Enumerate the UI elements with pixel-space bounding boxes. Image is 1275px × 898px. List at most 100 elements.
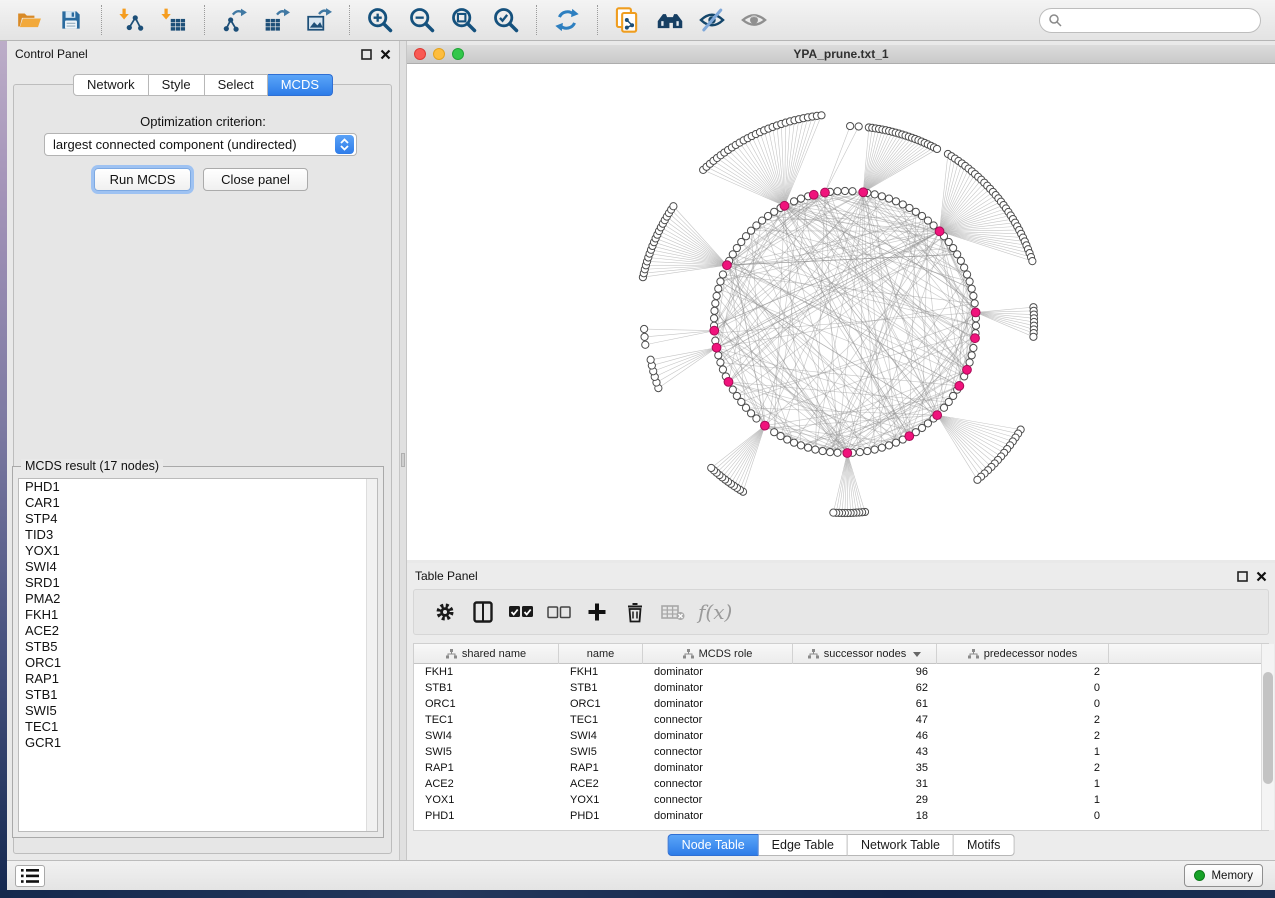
network-node[interactable] <box>830 509 837 516</box>
save-session-icon[interactable] <box>56 5 86 35</box>
network-node[interactable] <box>670 203 677 210</box>
mcds-hub-node[interactable] <box>821 188 830 197</box>
tab-network-table[interactable]: Network Table <box>848 834 954 856</box>
network-node[interactable] <box>972 322 979 329</box>
close-panel-icon[interactable] <box>380 49 391 60</box>
network-node[interactable] <box>826 449 833 456</box>
network-node[interactable] <box>878 193 885 200</box>
network-node[interactable] <box>856 449 863 456</box>
zoom-selected-icon[interactable] <box>491 5 521 35</box>
select-all-checkboxes-icon[interactable] <box>506 597 536 627</box>
network-node[interactable] <box>966 278 973 285</box>
network-node[interactable] <box>871 446 878 453</box>
mcds-result-item[interactable]: STB1 <box>19 687 377 703</box>
network-node[interactable] <box>719 366 726 373</box>
network-node[interactable] <box>841 187 848 194</box>
network-node[interactable] <box>790 198 797 205</box>
table-row[interactable]: STB1STB1dominator620 <box>414 680 1268 696</box>
network-node[interactable] <box>970 344 977 351</box>
network-node[interactable] <box>974 476 981 483</box>
search-input[interactable] <box>1062 12 1252 28</box>
network-node[interactable] <box>804 444 811 451</box>
network-node[interactable] <box>899 201 906 208</box>
mcds-result-item[interactable]: SWI5 <box>19 703 377 719</box>
column-header-successor-nodes[interactable]: successor nodes <box>793 644 937 664</box>
network-node[interactable] <box>712 300 719 307</box>
close-panel-icon[interactable] <box>1256 571 1267 582</box>
optimization-criterion-select[interactable]: largest connected component (undirected) <box>44 133 357 156</box>
mcds-list-scrollbar[interactable] <box>366 479 377 831</box>
network-node[interactable] <box>819 447 826 454</box>
mcds-hub-node[interactable] <box>935 227 944 236</box>
tab-network[interactable]: Network <box>73 74 149 96</box>
table-scrollbar[interactable] <box>1261 644 1274 830</box>
network-node[interactable] <box>641 325 648 332</box>
network-node[interactable] <box>812 446 819 453</box>
mcds-hub-node[interactable] <box>843 449 852 458</box>
memory-button[interactable]: Memory <box>1184 864 1263 887</box>
network-node[interactable] <box>847 122 854 129</box>
network-node[interactable] <box>771 429 778 436</box>
mcds-hub-node[interactable] <box>859 188 868 197</box>
network-node[interactable] <box>717 278 724 285</box>
show-all-icon[interactable] <box>739 5 769 35</box>
mcds-hub-node[interactable] <box>933 411 942 420</box>
zoom-fit-icon[interactable] <box>449 5 479 35</box>
float-panel-icon[interactable] <box>1237 571 1248 582</box>
export-network-icon[interactable] <box>220 5 250 35</box>
table-row[interactable]: RAP1RAP1dominator352 <box>414 760 1268 776</box>
mcds-hub-node[interactable] <box>780 201 789 210</box>
new-network-from-selection-icon[interactable] <box>613 5 643 35</box>
network-node[interactable] <box>834 188 841 195</box>
mcds-result-list[interactable]: PHD1CAR1STP4TID3YOX1SWI4SRD1PMA2FKH1ACE2… <box>18 478 378 832</box>
network-node[interactable] <box>878 444 885 451</box>
network-node[interactable] <box>940 404 947 411</box>
network-node[interactable] <box>834 449 841 456</box>
zoom-out-icon[interactable] <box>407 5 437 35</box>
network-node[interactable] <box>784 436 791 443</box>
network-node[interactable] <box>933 145 940 152</box>
network-window-titlebar[interactable]: YPA_prune.txt_1 <box>407 45 1275 64</box>
table-row[interactable]: ORC1ORC1dominator610 <box>414 696 1268 712</box>
network-node[interactable] <box>711 307 718 314</box>
network-node[interactable] <box>790 439 797 446</box>
network-canvas[interactable] <box>407 64 1275 560</box>
network-node[interactable] <box>968 352 975 359</box>
mcds-hub-node[interactable] <box>710 326 719 335</box>
tab-motifs[interactable]: Motifs <box>954 834 1014 856</box>
mcds-result-item[interactable]: FKH1 <box>19 607 377 623</box>
hide-selected-icon[interactable] <box>697 5 727 35</box>
mcds-hub-node[interactable] <box>955 382 964 391</box>
node-table[interactable]: shared namenameMCDS rolesuccessor nodesp… <box>413 643 1269 831</box>
network-node[interactable] <box>777 432 784 439</box>
mcds-result-item[interactable]: PMA2 <box>19 591 377 607</box>
table-row[interactable]: TEC1TEC1connector472 <box>414 712 1268 728</box>
run-mcds-button[interactable]: Run MCDS <box>94 168 191 191</box>
network-node[interactable] <box>855 123 862 130</box>
network-node[interactable] <box>641 333 648 340</box>
import-table-icon[interactable] <box>159 5 189 35</box>
delete-column-icon[interactable] <box>620 597 650 627</box>
refresh-icon[interactable] <box>552 5 582 35</box>
network-node[interactable] <box>885 195 892 202</box>
mcds-result-item[interactable]: TEC1 <box>19 719 377 735</box>
column-header-shared-name[interactable]: shared name <box>414 644 559 664</box>
network-node[interactable] <box>715 352 722 359</box>
network-node[interactable] <box>906 204 913 211</box>
mcds-result-item[interactable]: ACE2 <box>19 623 377 639</box>
column-header-predecessor-nodes[interactable]: predecessor nodes <box>937 644 1109 664</box>
network-node[interactable] <box>771 208 778 215</box>
mcds-hub-node[interactable] <box>712 343 721 352</box>
network-node[interactable] <box>797 442 804 449</box>
tab-edge-table[interactable]: Edge Table <box>759 834 848 856</box>
mcds-result-item[interactable]: STB5 <box>19 639 377 655</box>
table-row[interactable]: ACE2ACE2connector311 <box>414 776 1268 792</box>
mcds-result-item[interactable]: CAR1 <box>19 495 377 511</box>
network-node[interactable] <box>954 251 961 258</box>
network-node[interactable] <box>864 447 871 454</box>
network-node[interactable] <box>717 359 724 366</box>
add-column-icon[interactable] <box>582 597 612 627</box>
mcds-result-item[interactable]: SWI4 <box>19 559 377 575</box>
search-box[interactable] <box>1039 8 1261 33</box>
network-node[interactable] <box>970 292 977 299</box>
